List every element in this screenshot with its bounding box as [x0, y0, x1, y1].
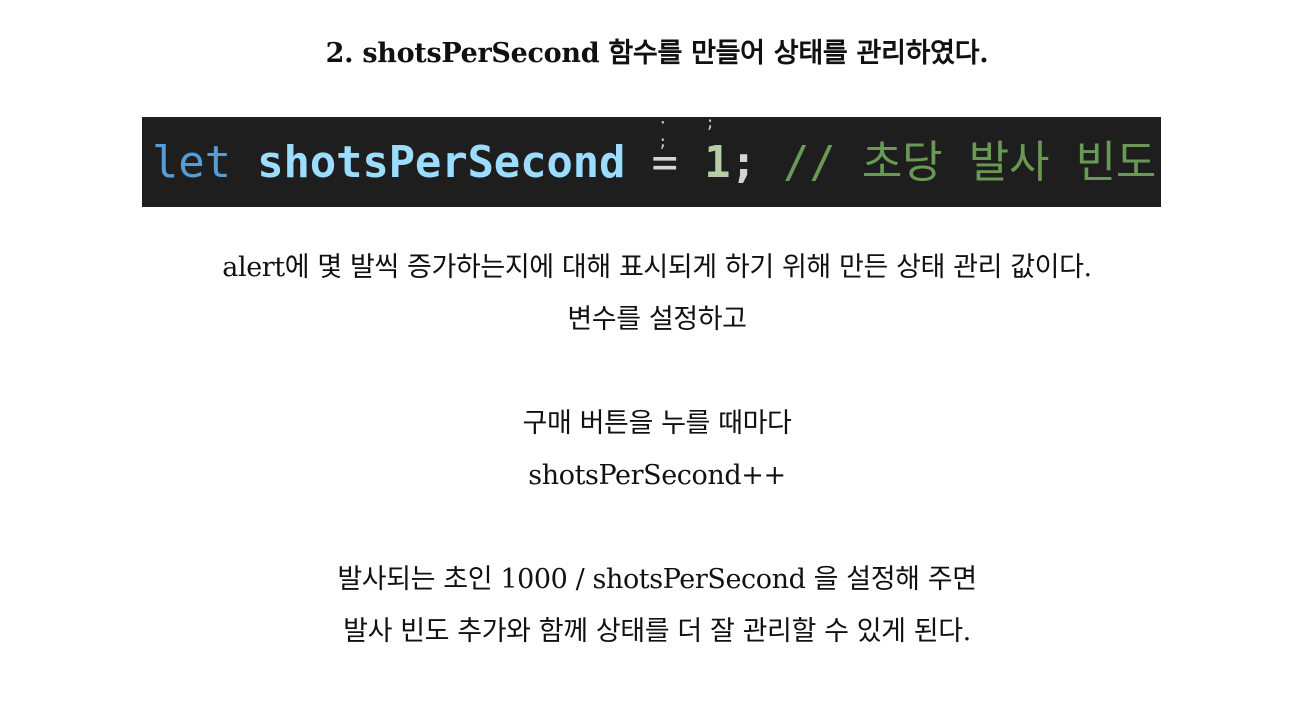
code-screenshot: · ; ; let shotsPerSecond = 1; // 초당 발사 빈…	[142, 117, 1161, 207]
section-heading: 2. shotsPerSecond 함수를 만들어 상태를 관리하였다.	[325, 38, 989, 69]
code-previous-line-fragment: · ; ;	[658, 117, 729, 151]
paragraph-fire-interval: 발사되는 초인 1000 / shotsPerSecond 을 설정해 주면 발…	[0, 554, 1314, 658]
code-comment: // 초당 발사 빈도	[756, 137, 1157, 188]
paragraph-line: shotsPerSecond++	[528, 460, 786, 491]
paragraph-line: 발사 빈도 추가와 함께 상태를 더 잘 관리할 수 있게 된다.	[343, 616, 971, 647]
code-operator: =	[625, 137, 705, 188]
paragraph-line: 구매 버튼을 누를 때마다	[522, 408, 792, 439]
code-variable: shotsPerSecond	[257, 137, 626, 188]
paragraph-state-description: alert에 몇 발씩 증가하는지에 대해 표시되게 하기 위해 만든 상태 관…	[0, 242, 1314, 346]
code-keyword: let	[152, 137, 258, 188]
code-line: let shotsPerSecond = 1; // 초당 발사 빈도	[152, 133, 1156, 193]
paragraph-line: 변수를 설정하고	[567, 304, 747, 335]
paragraph-line: 발사되는 초인 1000 / shotsPerSecond 을 설정해 주면	[337, 564, 977, 595]
code-semicolon: ;	[730, 137, 757, 188]
paragraph-purchase-increment: 구매 버튼을 누를 때마다 shotsPerSecond++	[0, 398, 1314, 502]
code-number: 1	[704, 137, 731, 188]
paragraph-line: alert에 몇 발씩 증가하는지에 대해 표시되게 하기 위해 만든 상태 관…	[222, 252, 1092, 283]
